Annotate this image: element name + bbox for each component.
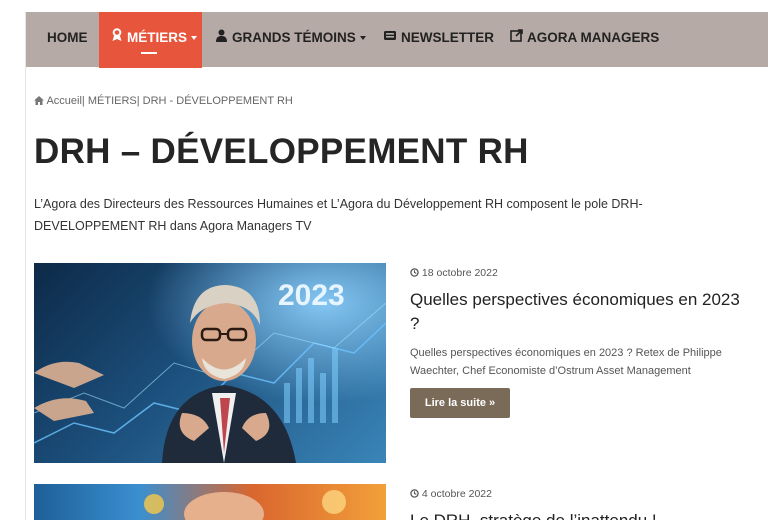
breadcrumb: Accueil| MÉTIERS| DRH - DÉVELOPPEMENT RH [34,95,293,107]
article-excerpt: Quelles perspectives économiques en 2023… [410,347,722,377]
window-top-edge [0,0,768,12]
page-container: HOME MÉTIERS GRANDS TÉMOINS NEWSLETTER A… [26,12,768,520]
chevron-down-icon [359,36,366,41]
home-icon [34,95,46,107]
article-date-text: 18 octobre 2022 [421,267,498,279]
article-thumbnail[interactable]: 2023 [34,263,386,463]
clock-icon [410,267,422,279]
article-date-text: 4 octobre 2022 [421,488,492,500]
breadcrumb-sep: | [81,95,85,107]
nav-grands-temoins[interactable]: GRANDS TÉMOINS [215,12,366,67]
breadcrumb-metiers[interactable]: MÉTIERS [88,95,137,107]
nav-home-label: HOME [47,30,88,45]
chevron-down-icon [191,36,198,41]
breadcrumb-sep: | [136,95,140,107]
nav-grands-temoins-label: GRANDS TÉMOINS [232,30,356,45]
nav-metiers[interactable]: MÉTIERS [99,12,202,68]
window-left-edge [0,0,26,520]
nav-home[interactable]: HOME [47,12,88,67]
article-title[interactable]: Le DRH, stratège de l’inattendu ! [410,509,750,520]
page-title: DRH – DÉVELOPPEMENT RH [34,132,529,171]
breadcrumb-home[interactable]: Accueil [46,95,81,107]
nav-metiers-label: MÉTIERS [127,30,188,45]
thumbnail-year-text: 2023 [278,279,345,312]
active-underline [141,52,157,54]
nav-agora-managers-label: AGORA MANAGERS [527,30,660,45]
article-date: 4 octobre 2022 [410,488,492,500]
breadcrumb-current: DRH - DÉVELOPPEMENT RH [142,95,293,107]
article-thumbnail[interactable] [34,484,386,520]
thumbnail-illustration [144,490,346,520]
clock-icon [410,488,422,500]
main-navbar: HOME MÉTIERS GRANDS TÉMOINS NEWSLETTER A… [26,12,768,68]
article-date: 18 octobre 2022 [410,267,498,279]
users-icon [215,12,228,64]
page-intro: L’Agora des Directeurs des Ressources Hu… [34,197,643,233]
article-title[interactable]: Quelles perspectives économiques en 2023… [410,288,750,336]
nav-newsletter-label: NEWSLETTER [401,30,494,45]
user-badge-icon [111,12,123,64]
nav-agora-managers[interactable]: AGORA MANAGERS [510,12,659,67]
read-more-button[interactable]: Lire la suite » [410,388,510,418]
thumbnail-illustration: 2023 [34,263,386,463]
newspaper-icon [383,12,397,64]
nav-newsletter[interactable]: NEWSLETTER [383,12,494,67]
external-link-icon [510,12,523,64]
